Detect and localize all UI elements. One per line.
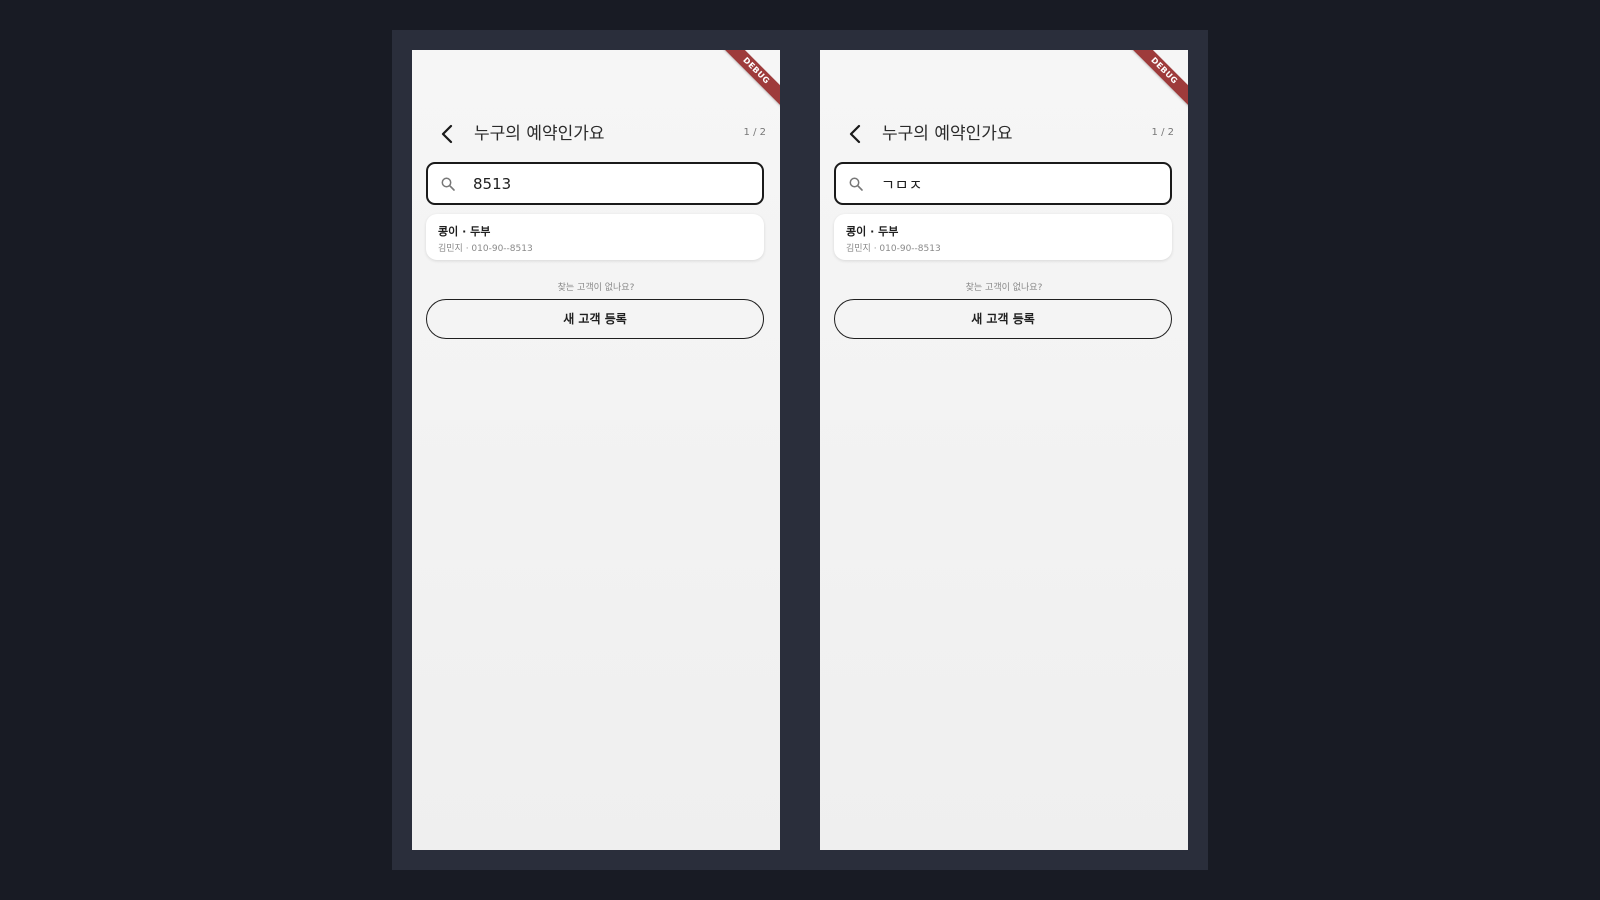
search-input[interactable] [473,172,743,196]
phone-screen-right: DEBUG 누구의 예약인가요 1 / 2 콩이 · 두부 김민지 · 010-… [820,50,1188,850]
back-button[interactable] [844,122,868,146]
result-pet-names: 콩이 · 두부 [846,225,899,238]
chevron-left-icon [441,124,453,144]
app-header: 누구의 예약인가요 1 / 2 [426,120,766,148]
page-indicator: 1 / 2 [743,127,766,138]
register-new-customer-button[interactable]: 새 고객 등록 [426,299,764,339]
search-input[interactable] [881,172,1151,196]
page-indicator: 1 / 2 [1151,127,1174,138]
chevron-left-icon [849,124,861,144]
register-new-customer-button[interactable]: 새 고객 등록 [834,299,1172,339]
app-header: 누구의 예약인가요 1 / 2 [834,120,1174,148]
device-frame: DEBUG 누구의 예약인가요 1 / 2 콩이 · 두부 김민지 · 010-… [392,30,1208,870]
search-box[interactable] [426,162,764,205]
search-icon [849,177,863,191]
result-owner-phone: 김민지 · 010-90--8513 [438,244,533,254]
customer-result-card[interactable]: 콩이 · 두부 김민지 · 010-90--8513 [834,214,1172,260]
back-button[interactable] [436,122,460,146]
debug-banner: DEBUG [715,50,780,112]
page-title: 누구의 예약인가요 [882,124,1013,144]
search-icon [441,177,455,191]
result-pet-names: 콩이 · 두부 [438,225,491,238]
debug-banner: DEBUG [1123,50,1188,112]
no-customer-hint: 찾는 고객이 없나요? [557,283,635,293]
page-title: 누구의 예약인가요 [474,124,605,144]
search-box[interactable] [834,162,1172,205]
no-customer-hint: 찾는 고객이 없나요? [965,283,1043,293]
phone-screen-left: DEBUG 누구의 예약인가요 1 / 2 콩이 · 두부 김민지 · 010-… [412,50,780,850]
customer-result-card[interactable]: 콩이 · 두부 김민지 · 010-90--8513 [426,214,764,260]
result-owner-phone: 김민지 · 010-90--8513 [846,244,941,254]
